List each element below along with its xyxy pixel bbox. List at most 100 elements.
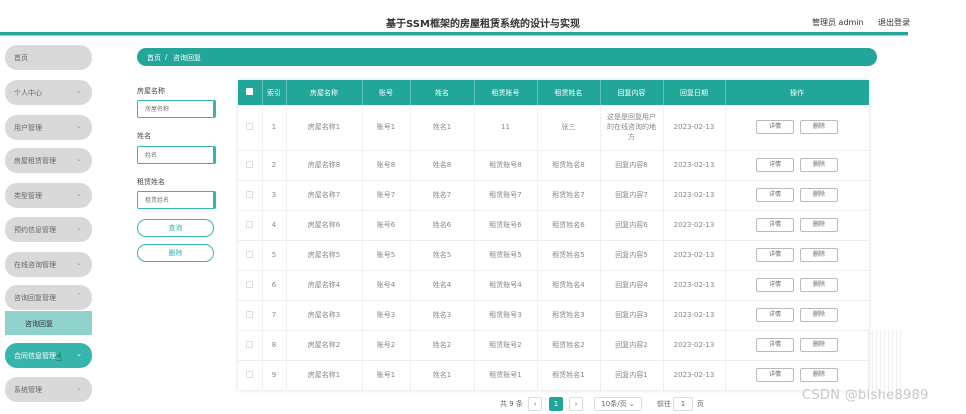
delete-button[interactable]: 删除: [800, 158, 838, 172]
sidebar-item-consult-reply-management[interactable]: 咨询回复管理 ⌃: [5, 285, 92, 310]
cell-reply-date: 2023-02-13: [663, 240, 726, 271]
cell-reply-date: 2023-02-13: [663, 210, 726, 241]
cell-actions: 详情 删除: [725, 240, 869, 271]
cell-reply-content: 回复内容5: [600, 240, 664, 271]
breadcrumb: 首页 / 咨询回复: [137, 48, 877, 66]
current-user: 管理员 admin: [812, 18, 864, 27]
renter-name-input[interactable]: [137, 191, 216, 209]
cell-actions: 详情 删除: [725, 210, 869, 241]
cell-name: 姓名4: [410, 270, 475, 301]
row-checkbox[interactable]: [238, 240, 263, 271]
cell-reply-content: 回复内容1: [600, 360, 664, 390]
breadcrumb-home[interactable]: 首页: [147, 53, 161, 63]
row-checkbox[interactable]: [238, 105, 263, 151]
table-row: 3 房屋名称7 账号7 姓名7 租赁账号7 租赁姓名7 回复内容7 2023-02-13 详情删…: [238, 180, 869, 211]
sidebar-item-house-rental-management[interactable]: 房屋租赁管理 ⌄: [5, 148, 92, 173]
sidebar-item-label: 在线咨询管理: [14, 261, 56, 269]
sidebar-item-personal-center[interactable]: 个人中心 ⌄: [5, 80, 92, 105]
chevron-down-icon: ⌄: [76, 155, 82, 163]
column-header-account: 账号: [362, 80, 411, 105]
delete-button[interactable]: 删除: [800, 368, 838, 382]
cell-account: 账号5: [362, 240, 411, 271]
cell-name: 姓名3: [410, 300, 475, 331]
cell-index: 5: [262, 240, 287, 271]
delete-button[interactable]: 删除: [800, 120, 838, 135]
pagination-goto-input[interactable]: 1: [673, 397, 693, 411]
row-checkbox[interactable]: [238, 150, 263, 181]
sidebar-item-online-consult-management[interactable]: 在线咨询管理 ⌄: [5, 252, 92, 277]
cell-account: 账号1: [362, 360, 411, 390]
cell-renter-name: 租赁姓名7: [537, 180, 601, 211]
detail-button[interactable]: 详情: [756, 248, 794, 262]
detail-button[interactable]: 详情: [756, 278, 794, 292]
sidebar-item-label: 类型管理: [14, 192, 42, 200]
detail-button[interactable]: 详情: [756, 308, 794, 322]
delete-button[interactable]: 删除: [800, 218, 838, 232]
cell-renter-name: 租赁姓名2: [537, 330, 601, 361]
cell-account: 账号4: [362, 270, 411, 301]
cell-house-name: 房屋名称3: [286, 300, 363, 331]
logout-link[interactable]: 退出登录: [878, 17, 910, 28]
detail-button[interactable]: 详情: [756, 368, 794, 382]
page-size-value: 10条/页: [601, 400, 627, 408]
select-all-checkbox[interactable]: [238, 80, 263, 105]
sidebar-item-home[interactable]: 首页: [5, 45, 92, 70]
sidebar-item-user-management[interactable]: 用户管理 ⌄: [5, 115, 92, 140]
row-checkbox[interactable]: [238, 210, 263, 241]
detail-button[interactable]: 详情: [756, 188, 794, 202]
sidebar-item-appointment-management[interactable]: 预约信息管理 ⌄: [5, 217, 92, 242]
cell-renter-account: 租赁账号7: [474, 180, 538, 211]
pagination-total: 共 9 条: [500, 400, 523, 408]
delete-button[interactable]: 删除: [800, 248, 838, 262]
column-header-reply-content: 回复内容: [600, 80, 664, 105]
row-checkbox[interactable]: [238, 360, 263, 390]
table-row: 1 房屋名称1 账号1 姓名1 11 张三 这是是回复用户的在线咨询的地方 2023-02-1…: [238, 105, 869, 151]
cell-account: 账号7: [362, 180, 411, 211]
delete-button[interactable]: 删除: [800, 188, 838, 202]
pagination-next-button[interactable]: ›: [569, 397, 583, 411]
cell-renter-account: 租赁账号2: [474, 330, 538, 361]
chevron-down-icon: ⌄: [76, 224, 82, 232]
name-input[interactable]: [137, 146, 216, 164]
detail-button[interactable]: 详情: [756, 120, 794, 135]
row-checkbox[interactable]: [238, 180, 263, 211]
cell-account: 账号2: [362, 330, 411, 361]
sidebar-item-system-management[interactable]: 系统管理 ⌄: [5, 377, 92, 402]
cell-renter-name: 租赁姓名1: [537, 360, 601, 390]
sidebar-item-label: 首页: [14, 54, 28, 62]
detail-button[interactable]: 详情: [756, 218, 794, 232]
batch-delete-button[interactable]: 删除: [137, 244, 214, 262]
detail-button[interactable]: 详情: [756, 158, 794, 172]
detail-button[interactable]: 详情: [756, 338, 794, 352]
sidebar-item-type-management[interactable]: 类型管理 ⌄: [5, 183, 92, 208]
sidebar-item-contract-management[interactable]: 合同信息管理 ⌄: [5, 343, 92, 368]
chevron-down-icon: ⌄: [76, 122, 82, 130]
cell-actions: 详情 删除: [725, 330, 869, 361]
chevron-down-icon: ⌄: [76, 190, 82, 198]
pagination-page-1[interactable]: 1: [549, 397, 563, 411]
cell-reply-content: 回复内容4: [600, 270, 664, 301]
query-button[interactable]: 查询: [137, 219, 214, 237]
reply-table: 索引 房屋名称 账号 姓名 租赁账号 租赁姓名 回复内容 回复日期 操作 1 房屋…: [238, 80, 869, 390]
cell-reply-content: 回复内容2: [600, 330, 664, 361]
pagination-prev-button[interactable]: ‹: [528, 397, 542, 411]
cell-actions: 详情 删除: [725, 270, 869, 301]
cell-renter-name: 张三: [537, 105, 601, 151]
row-checkbox[interactable]: [238, 300, 263, 331]
delete-button[interactable]: 删除: [800, 338, 838, 352]
house-name-input[interactable]: [137, 100, 216, 118]
delete-button[interactable]: 删除: [800, 308, 838, 322]
cell-name: 姓名6: [410, 210, 475, 241]
cell-reply-date: 2023-02-13: [663, 105, 726, 151]
table-row: 5 房屋名称5 账号5 姓名5 租赁账号5 租赁姓名5 回复内容5 2023-02-13 详情删…: [238, 240, 869, 271]
chevron-down-icon: ⌄: [76, 87, 82, 95]
cell-house-name: 房屋名称8: [286, 150, 363, 181]
row-checkbox[interactable]: [238, 330, 263, 361]
pagination-page-unit: 页: [697, 400, 704, 408]
row-checkbox[interactable]: [238, 270, 263, 301]
page-size-select[interactable]: 10条/页 ⌄: [594, 397, 642, 411]
delete-button[interactable]: 删除: [800, 278, 838, 292]
sidebar-subitem-consult-reply[interactable]: 咨询回复: [5, 311, 92, 335]
table-row: 4 房屋名称6 账号6 姓名6 租赁账号6 租赁姓名6 回复内容6 2023-02-13 详情删…: [238, 210, 869, 241]
cell-name: 姓名1: [410, 360, 475, 390]
